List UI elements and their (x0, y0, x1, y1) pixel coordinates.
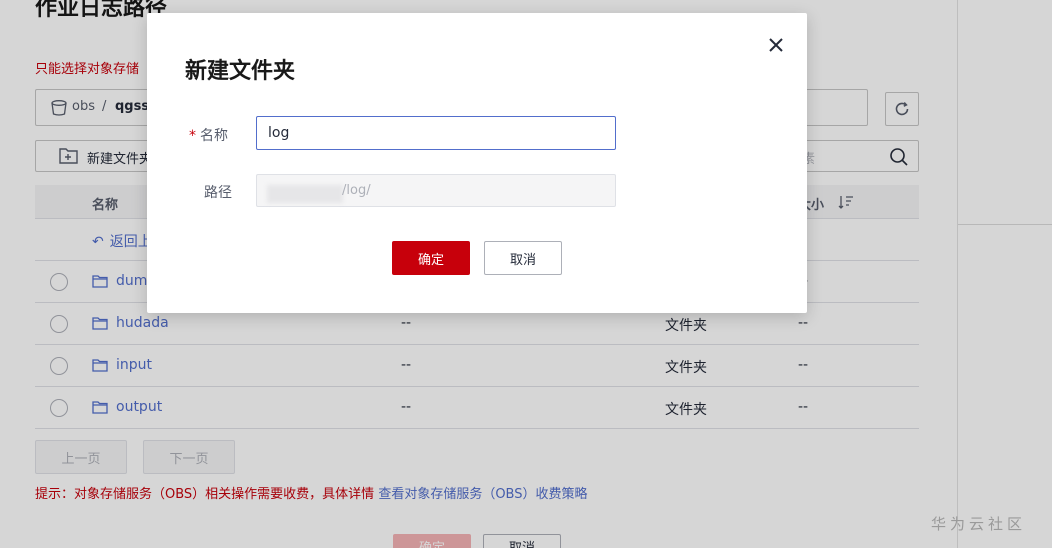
name-label: * 名称 (189, 128, 228, 144)
new-folder-dialog: 新建文件夹 *名称 路径 /log/ 确定 取消 (147, 13, 807, 313)
watermark: 华为云社区 (931, 515, 1027, 533)
path-field: /log/ (256, 174, 616, 207)
confirm-button[interactable]: 确定 (392, 241, 470, 275)
folder-name-input[interactable] (256, 116, 616, 150)
cancel-button[interactable]: 取消 (484, 241, 562, 275)
dialog-title: 新建文件夹 (185, 59, 296, 84)
close-icon[interactable] (767, 36, 785, 54)
path-value: /log/ (342, 183, 371, 198)
path-label: 路径 (204, 185, 232, 201)
required-mark: * (189, 128, 196, 144)
redacted-path (267, 185, 343, 203)
